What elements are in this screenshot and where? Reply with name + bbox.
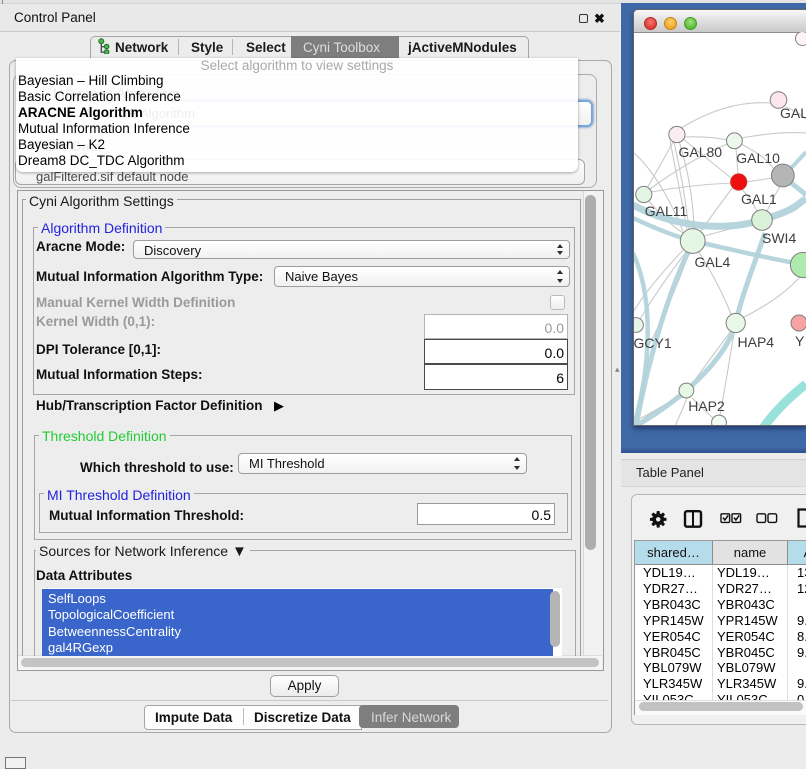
svg-text:GAL11: GAL11 [645,203,688,219]
svg-text:GAL4: GAL4 [695,254,731,270]
svg-text:HAP2: HAP2 [688,398,725,414]
svg-text:GCY1: GCY1 [634,335,672,351]
svg-text:GAL10: GAL10 [736,150,780,166]
svg-text:GAL7: GAL7 [780,105,806,121]
svg-text:GAL1: GAL1 [741,191,777,207]
svg-text:SWI4: SWI4 [762,230,796,246]
svg-text:Y: Y [795,333,805,349]
svg-text:GAL80: GAL80 [679,144,723,160]
svg-text:HAP4: HAP4 [738,334,775,350]
